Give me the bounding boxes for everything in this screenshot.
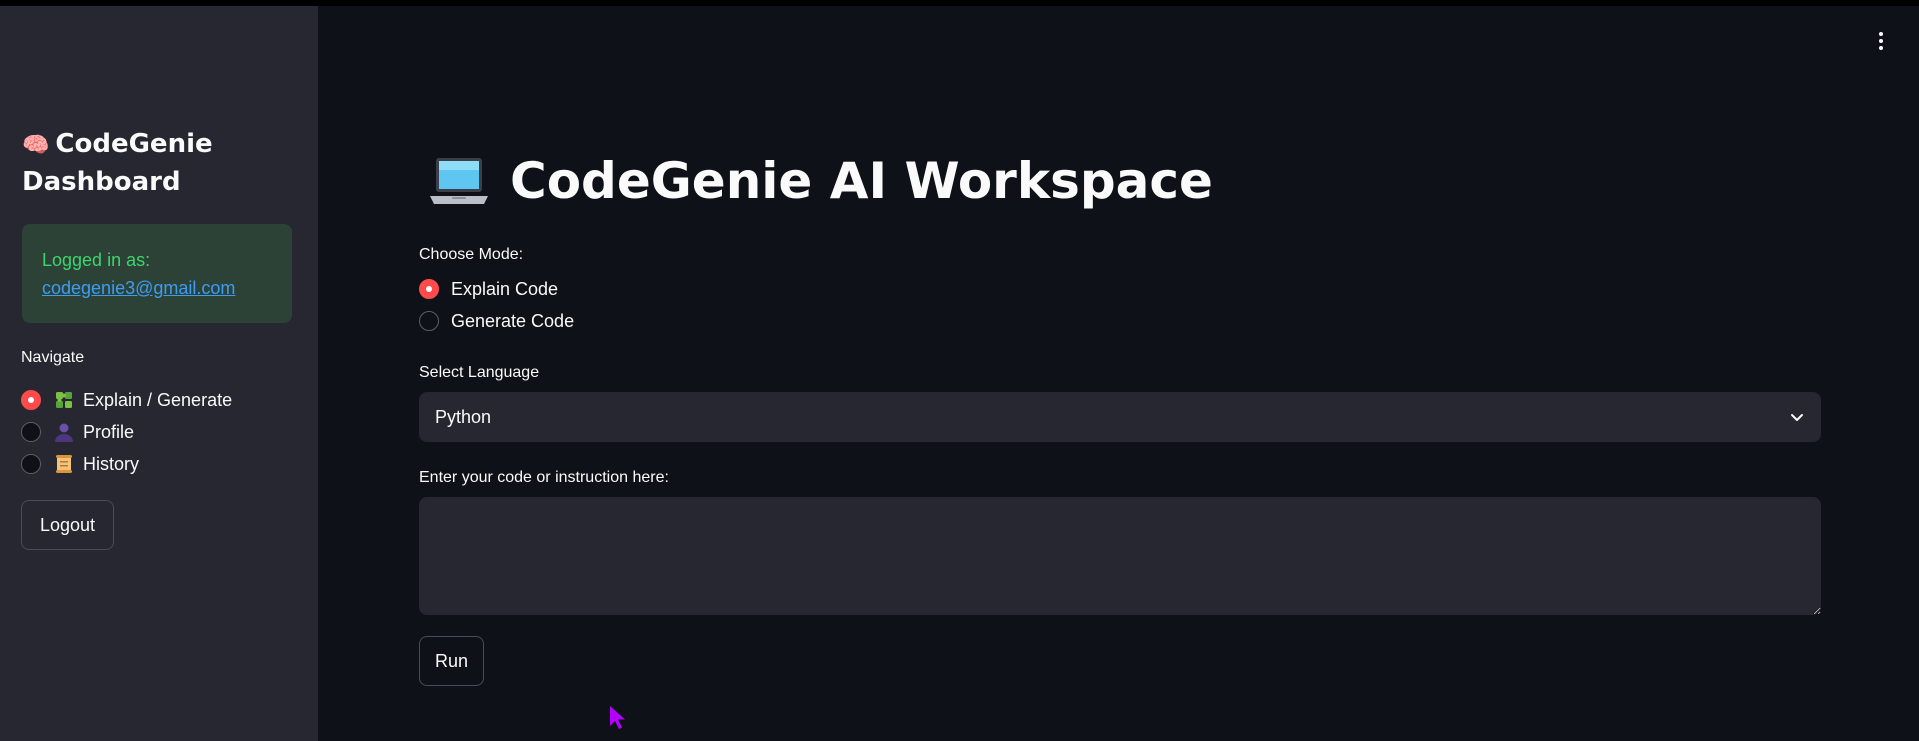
sidebar-brand: 🧠 CodeGenie Dashboard (22, 126, 302, 201)
mode-option-label: Explain Code (451, 278, 559, 299)
more-options-icon[interactable] (1872, 30, 1890, 54)
nav-item-history[interactable]: History (21, 448, 232, 480)
radio-unselected[interactable] (21, 422, 41, 442)
radio-unselected[interactable] (21, 454, 41, 474)
scroll-icon (56, 455, 72, 473)
sidebar: 🧠 CodeGenie Dashboard Logged in as: codeg… (0, 6, 318, 741)
radio-selected[interactable] (21, 390, 41, 410)
nav-item-explain-generate[interactable]: Explain / Generate (21, 384, 232, 416)
mode-option-label: Generate Code (451, 310, 575, 331)
nav-item-profile[interactable]: Profile (21, 416, 232, 448)
mode-option-generate-code[interactable]: Generate Code (419, 305, 574, 337)
mouse-cursor-icon (610, 706, 625, 729)
laptop-icon (430, 158, 488, 204)
navigate-label: Navigate (21, 349, 85, 366)
page-title: CodeGenie AI Workspace (428, 150, 1213, 212)
choose-mode-label: Choose Mode: (419, 246, 524, 263)
code-input-label: Enter your code or instruction here: (419, 469, 669, 486)
dot (1879, 39, 1883, 43)
nav-item-label: History (83, 453, 140, 474)
login-label: Logged in as: (42, 250, 151, 270)
nav-item-label: Explain / Generate (83, 389, 233, 410)
sidebar-title: CodeGenie Dashboard (22, 129, 213, 197)
language-select-value: Python (435, 406, 492, 427)
brain-icon: 🧠 (22, 133, 50, 158)
dot (1879, 32, 1883, 36)
chevron-down-icon (1791, 414, 1803, 421)
nav-item-label: Profile (83, 421, 135, 442)
run-button[interactable]: Run (419, 636, 484, 686)
radio-selected[interactable] (419, 279, 439, 299)
login-status-box: Logged in as: codegenie3@gmail.com (22, 224, 292, 323)
person-icon (55, 423, 73, 442)
puzzle-icon (56, 392, 72, 408)
code-input[interactable] (419, 497, 1821, 615)
select-language-label: Select Language (419, 364, 540, 381)
mode-radio-group: Explain Code Generate Code (419, 273, 574, 337)
dot (1879, 46, 1883, 50)
radio-unselected[interactable] (419, 311, 439, 331)
navigation-radio-group: Explain / Generate Profile History (21, 384, 232, 480)
language-select[interactable]: Python (419, 392, 1821, 442)
user-email-link[interactable]: codegenie3@gmail.com (42, 274, 272, 302)
mode-option-explain-code[interactable]: Explain Code (419, 273, 574, 305)
page-title-text: CodeGenie AI Workspace (510, 152, 1213, 210)
logout-button[interactable]: Logout (21, 500, 114, 550)
